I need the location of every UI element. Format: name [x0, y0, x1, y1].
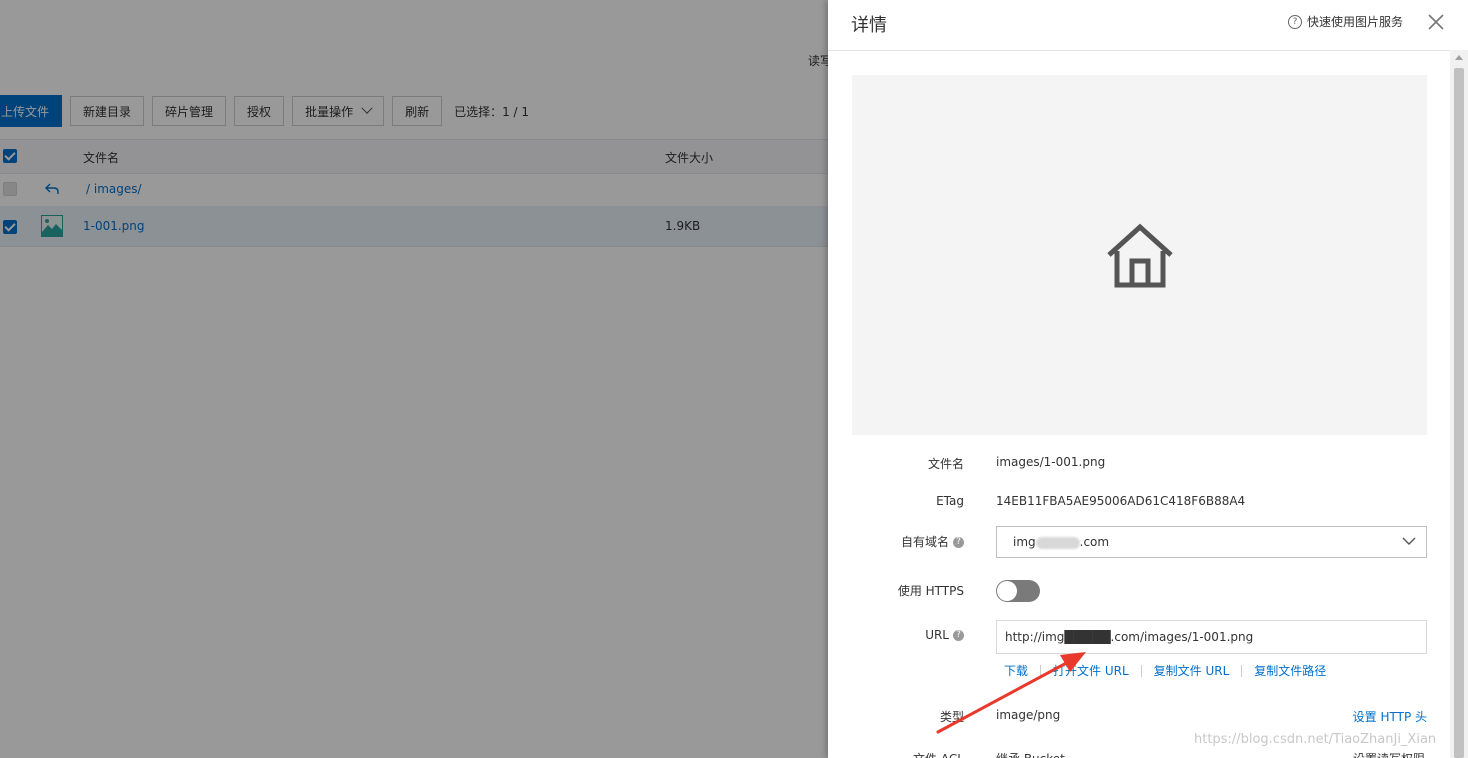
- scrollbar-thumb[interactable]: [1454, 68, 1464, 758]
- file-browser: 读写 上传文件 新建目录 碎片管理 授权 批量操作 刷新 已选择：1 / 1 文…: [0, 0, 828, 758]
- scroll-up-arrow-icon[interactable]: [1455, 55, 1463, 60]
- url-label: URL: [925, 628, 949, 642]
- type-label: 类型: [939, 710, 964, 724]
- help-icon[interactable]: ?: [953, 537, 964, 548]
- url-actions: 下载 打开文件 URL 复制文件 URL 复制文件路径: [1004, 662, 1326, 679]
- filename-value: images/1-001.png: [996, 455, 1106, 469]
- scrollbar[interactable]: [1450, 50, 1468, 758]
- acl-label: 文件 ACL: [913, 750, 964, 758]
- detail-panel: 详情 ? 快速使用图片服务 文件名 images/1-001.png ETag …: [828, 0, 1468, 758]
- panel-header: 详情 ? 快速使用图片服务: [828, 0, 1468, 51]
- chevron-down-icon: [1402, 537, 1416, 545]
- domain-suffix: .com: [1079, 535, 1110, 549]
- domain-select[interactable]: img .com: [996, 526, 1427, 558]
- question-icon: ?: [1288, 14, 1302, 29]
- domain-label: 自有域名: [900, 535, 949, 549]
- modal-overlay[interactable]: [0, 0, 828, 758]
- domain-prefix: img: [1013, 535, 1036, 549]
- image-preview: [852, 75, 1427, 435]
- set-http-header-link[interactable]: 设置 HTTP 头: [1353, 708, 1427, 725]
- panel-title: 详情: [851, 15, 887, 36]
- divider: [1140, 664, 1142, 677]
- etag-value: 14EB11FBA5AE95006AD61C418F6B88A4: [996, 494, 1246, 508]
- close-icon[interactable]: [1426, 12, 1446, 32]
- domain-select-value: img .com: [1013, 535, 1109, 549]
- type-value: image/png: [996, 708, 1061, 722]
- watermark: https://blog.csdn.net/TiaoZhanJi_Xian: [1194, 732, 1437, 747]
- url-label-row: URL?: [828, 628, 964, 642]
- set-acl-link[interactable]: 设置读写权限: [1353, 750, 1425, 758]
- https-toggle[interactable]: [996, 580, 1040, 602]
- etag-label: ETag: [936, 494, 964, 508]
- domain-label-row: 自有域名?: [828, 533, 964, 550]
- copy-url-link[interactable]: 复制文件 URL: [1154, 662, 1230, 679]
- help-link-label: 快速使用图片服务: [1307, 15, 1404, 29]
- home-icon: [1107, 223, 1173, 288]
- https-label: 使用 HTTPS: [897, 584, 964, 598]
- url-input[interactable]: [997, 621, 1426, 653]
- download-link[interactable]: 下载: [1004, 662, 1028, 679]
- help-link[interactable]: ? 快速使用图片服务: [1288, 13, 1403, 30]
- toggle-knob: [997, 581, 1017, 601]
- help-icon[interactable]: ?: [953, 630, 964, 641]
- filename-label: 文件名: [927, 457, 964, 471]
- redacted-blur: [1035, 536, 1080, 549]
- url-field[interactable]: [996, 620, 1427, 654]
- divider: [1040, 664, 1042, 677]
- acl-value: 继承 Bucket: [996, 750, 1065, 758]
- divider: [1241, 664, 1243, 677]
- copy-path-link[interactable]: 复制文件路径: [1254, 662, 1326, 679]
- open-url-link[interactable]: 打开文件 URL: [1053, 662, 1129, 679]
